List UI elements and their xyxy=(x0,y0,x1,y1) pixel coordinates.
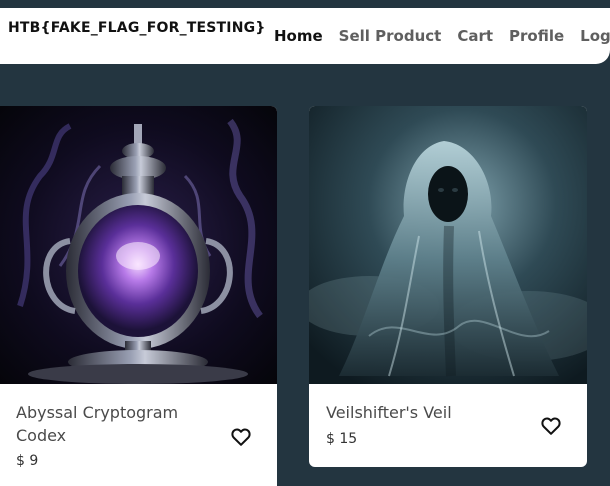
product-title[interactable]: Abyssal Cryptogram Codex xyxy=(16,401,191,447)
navbar: HTB{FAKE_FLAG_FOR_TESTING} Home Sell Pro… xyxy=(0,8,610,64)
product-card[interactable]: Abyssal Cryptogram Codex $ 9 xyxy=(0,106,277,486)
product-price: $ 9 xyxy=(16,453,39,469)
top-strip xyxy=(0,0,610,8)
product-price: $ 15 xyxy=(326,431,358,447)
product-title[interactable]: Veilshifter's Veil xyxy=(326,401,516,424)
nav-home[interactable]: Home xyxy=(274,27,323,45)
product-image[interactable] xyxy=(309,106,587,384)
nav-cart[interactable]: Cart xyxy=(457,27,493,45)
heart-icon[interactable] xyxy=(230,426,252,448)
brand-logo-text[interactable]: HTB{FAKE_FLAG_FOR_TESTING} xyxy=(8,20,266,36)
nav-profile[interactable]: Profile xyxy=(509,27,564,45)
product-card[interactable]: Veilshifter's Veil $ 15 xyxy=(309,106,587,467)
heart-icon[interactable] xyxy=(540,415,562,437)
main-nav: Home Sell Product Cart Profile Logout xyxy=(274,27,610,45)
nav-sell-product[interactable]: Sell Product xyxy=(339,27,442,45)
nav-logout[interactable]: Logout xyxy=(580,27,610,45)
product-image[interactable] xyxy=(0,106,277,384)
